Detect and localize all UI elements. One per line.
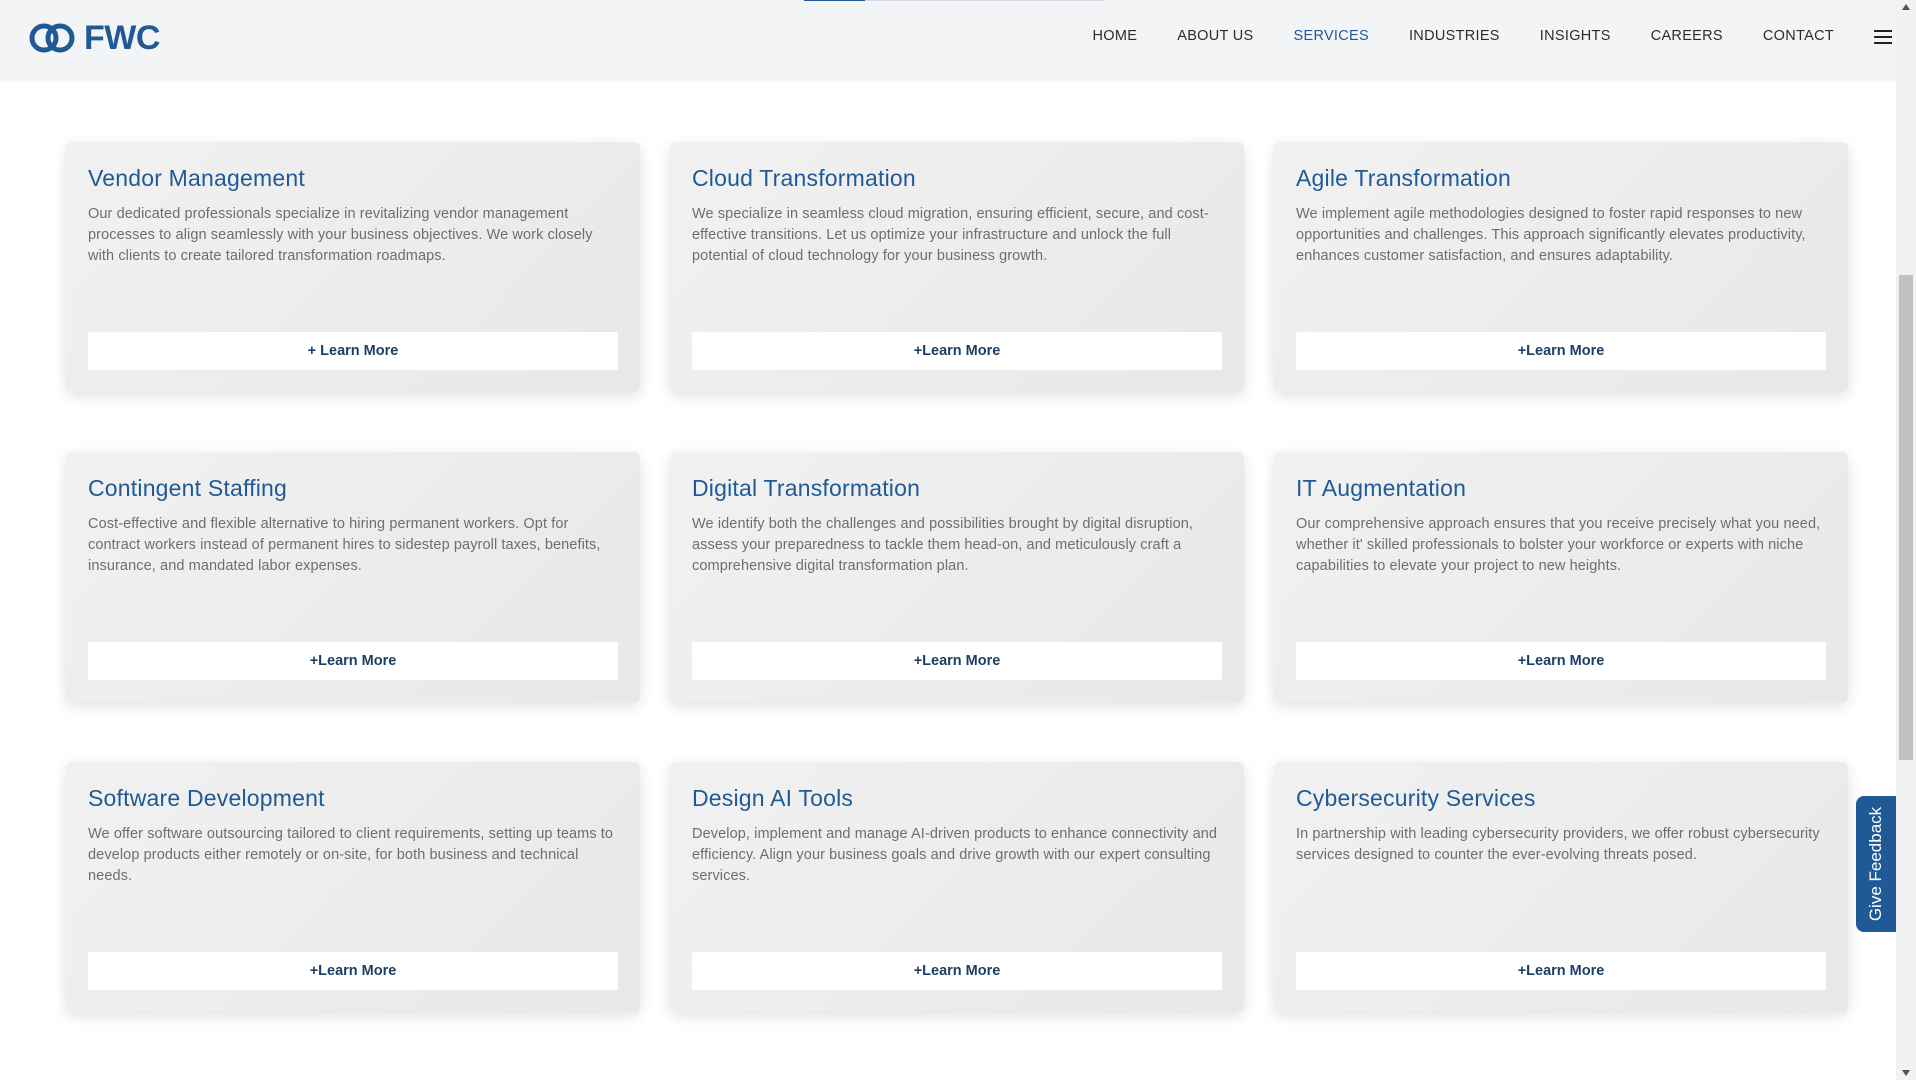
learn-more-button[interactable]: +Learn More [1296, 642, 1826, 680]
card-description: In partnership with leading cybersecurit… [1296, 826, 1820, 863]
nav-careers[interactable]: CAREERS [1651, 28, 1723, 44]
nav-home[interactable]: HOME [1093, 28, 1138, 44]
service-card-agile-transformation: Agile Transformation We implement agile … [1274, 142, 1848, 392]
service-card-vendor-management: Vendor Management Our dedicated professi… [66, 142, 640, 392]
logo-text: FWC [84, 19, 160, 57]
services-grid: Vendor Management Our dedicated professi… [66, 142, 1848, 1012]
service-card-digital-transformation: Digital Transformation We identify both … [670, 452, 1244, 702]
site-header: FWC HOME ABOUT US SERVICES INDUSTRIES IN… [0, 0, 1896, 80]
card-description: Cost-effective and flexible alternative … [88, 516, 601, 574]
scrollbar-thumb[interactable] [1899, 275, 1913, 760]
service-card-contingent-staffing: Contingent Staffing Cost-effective and f… [66, 452, 640, 702]
vertical-scrollbar[interactable] [1896, 0, 1916, 1080]
card-description: We specialize in seamless cloud migratio… [692, 206, 1209, 264]
learn-more-button[interactable]: +Learn More [692, 332, 1222, 370]
nav-contact[interactable]: CONTACT [1763, 28, 1834, 44]
card-description: Our dedicated professionals specialize i… [88, 206, 593, 264]
nav-services[interactable]: SERVICES [1294, 28, 1369, 44]
card-description: We offer software outsourcing tailored t… [88, 826, 614, 884]
service-card-it-augmentation: IT Augmentation Our comprehensive approa… [1274, 452, 1848, 702]
give-feedback-label: Give Feedback [1866, 806, 1885, 922]
nav-about-us[interactable]: ABOUT US [1177, 28, 1253, 44]
card-description: We identify both the challenges and poss… [692, 516, 1194, 574]
service-card-cloud-transformation: Cloud Transformation We specialize in se… [670, 142, 1244, 392]
card-title: Cloud Transformation [692, 165, 916, 191]
learn-more-button[interactable]: + Learn More [88, 332, 618, 370]
main-nav: HOME ABOUT US SERVICES INDUSTRIES INSIGH… [1093, 28, 1834, 44]
nav-industries[interactable]: INDUSTRIES [1409, 28, 1500, 44]
card-title: Vendor Management [88, 165, 305, 191]
scroll-down-arrow-icon[interactable] [1902, 1070, 1910, 1076]
service-card-design-ai-tools: Design AI Tools Develop, implement and m… [670, 762, 1244, 1012]
top-progress-indicator [804, 0, 1104, 1]
learn-more-button[interactable]: +Learn More [88, 952, 618, 990]
service-card-cybersecurity-services: Cybersecurity Services In partnership wi… [1274, 762, 1848, 1012]
hamburger-menu-icon[interactable] [1874, 30, 1892, 44]
card-title: Agile Transformation [1296, 165, 1511, 191]
card-title: IT Augmentation [1296, 475, 1467, 501]
card-title: Software Development [88, 785, 325, 811]
logo-mark-icon [29, 23, 75, 53]
learn-more-button[interactable]: +Learn More [1296, 332, 1826, 370]
give-feedback-tab[interactable]: Give Feedback [1856, 796, 1896, 932]
card-title: Contingent Staffing [88, 475, 288, 501]
learn-more-button[interactable]: +Learn More [692, 642, 1222, 680]
logo[interactable]: FWC [28, 21, 160, 55]
card-title: Design AI Tools [692, 785, 854, 811]
page: FWC HOME ABOUT US SERVICES INDUSTRIES IN… [0, 0, 1916, 1080]
learn-more-button[interactable]: +Learn More [88, 642, 618, 680]
card-title: Digital Transformation [692, 475, 921, 501]
card-description: Develop, implement and manage AI-driven … [692, 826, 1218, 884]
card-title: Cybersecurity Services [1296, 785, 1536, 811]
service-card-software-development: Software Development We offer software o… [66, 762, 640, 1012]
card-description: We implement agile methodologies designe… [1296, 206, 1806, 264]
card-description: Our comprehensive approach ensures that … [1296, 516, 1821, 574]
scroll-up-arrow-icon[interactable] [1902, 4, 1910, 10]
learn-more-button[interactable]: +Learn More [1296, 952, 1826, 990]
learn-more-button[interactable]: +Learn More [692, 952, 1222, 990]
nav-insights[interactable]: INSIGHTS [1540, 28, 1611, 44]
